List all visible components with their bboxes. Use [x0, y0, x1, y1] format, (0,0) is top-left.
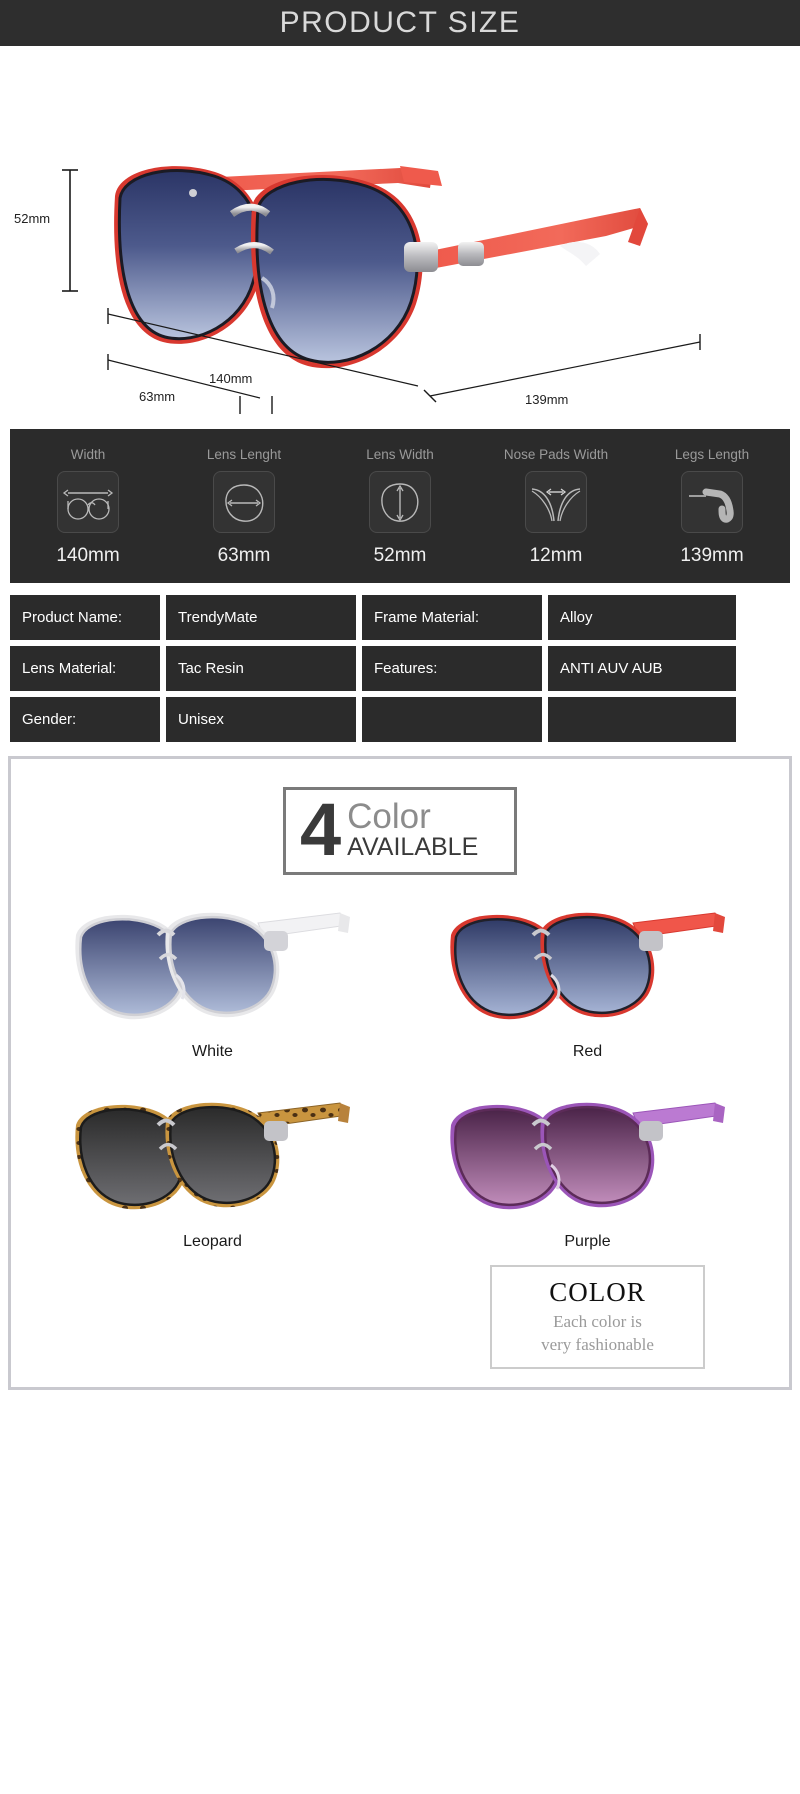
- measurement-cell-width: Width 140mm: [18, 447, 158, 567]
- color-count-number: 4: [300, 788, 342, 871]
- color-variant-name: White: [192, 1042, 233, 1060]
- color-options-section: 4 Color AVAILABLE White Red Leopard Purp…: [8, 756, 792, 1390]
- page-header-banner: PRODUCT SIZE: [0, 0, 800, 46]
- measurement-cell-lens-width: Lens Width 52mm: [330, 447, 470, 567]
- sunglasses-photo-purple: [449, 1102, 725, 1209]
- dimension-label-legs: 139mm: [525, 392, 569, 407]
- spec-label-empty: [362, 697, 542, 742]
- color-variant-name: Red: [572, 1042, 603, 1060]
- measurement-caption: Lens Lenght: [206, 447, 282, 462]
- measurement-caption: Nose Pads Width: [503, 447, 609, 462]
- measurement-cell-lens-length: Lens Lenght 63mm: [174, 447, 314, 567]
- spec-label: Lens Material:: [10, 646, 160, 691]
- specification-table: Product Name: TrendyMate Frame Material:…: [10, 595, 790, 742]
- available-word-label: AVAILABLE: [347, 833, 479, 862]
- color-variant-white[interactable]: White: [25, 887, 400, 1071]
- spec-label: Frame Material:: [362, 595, 542, 640]
- spec-value: TrendyMate: [166, 595, 356, 640]
- spec-value: Alloy: [548, 595, 736, 640]
- glasses-width-icon: [57, 471, 119, 533]
- measurement-value: 12mm: [529, 545, 583, 566]
- sunglasses-photo-red: [449, 912, 725, 1019]
- lens-length-icon: [213, 471, 275, 533]
- page-title: PRODUCT SIZE: [279, 6, 521, 39]
- measurement-icon-strip: Width 140mm Lens Lenght 63mm Lens Width …: [10, 429, 790, 583]
- color-variant-leopard[interactable]: Leopard: [25, 1077, 400, 1261]
- sunglasses-photo-leopard: [74, 1102, 350, 1209]
- dimension-label-nose-pads: 12mm: [228, 418, 264, 421]
- color-variant-purple[interactable]: Purple: [400, 1077, 775, 1261]
- spec-value: Unisex: [166, 697, 356, 742]
- color-tagline-title: COLOR: [549, 1276, 646, 1307]
- measurement-value: 63mm: [217, 545, 271, 566]
- measurement-caption: Legs Length: [674, 447, 750, 462]
- color-tagline-line2: very fashionable: [541, 1335, 654, 1355]
- color-count-banner: 4 Color AVAILABLE: [283, 787, 517, 875]
- dimension-label-lens-length: 63mm: [139, 389, 176, 404]
- color-variant-grid: White Red Leopard Purple: [25, 887, 775, 1261]
- color-variant-red[interactable]: Red: [400, 887, 775, 1071]
- spec-value-empty: [548, 697, 736, 742]
- spec-label: Features:: [362, 646, 542, 691]
- measurement-value: 52mm: [373, 545, 427, 566]
- spec-label: Gender:: [10, 697, 160, 742]
- measurement-value: 139mm: [680, 545, 744, 566]
- color-variant-name: Leopard: [183, 1232, 242, 1250]
- measurement-cell-nose-pads: Nose Pads Width 12mm: [486, 447, 626, 567]
- dimension-label-height: 52mm: [14, 211, 51, 226]
- nose-pads-width-icon: [525, 471, 587, 533]
- sunglasses-illustration: [62, 166, 701, 414]
- measurement-caption: Width: [70, 447, 106, 462]
- legs-length-icon: [681, 471, 743, 533]
- spec-value: ANTI AUV AUB: [548, 646, 736, 691]
- dimension-label-width: 140mm: [209, 371, 253, 386]
- color-tagline-box: COLOR Each color is very fashionable: [490, 1264, 705, 1369]
- measurement-value: 140mm: [56, 545, 120, 566]
- measurement-cell-legs-length: Legs Length 139mm: [642, 447, 782, 567]
- measurement-caption: Lens Width: [366, 447, 434, 462]
- product-dimension-photo: 52mm 140mm 63mm 12mm 139mm: [0, 46, 800, 421]
- color-word-label: Color: [347, 797, 431, 837]
- lens-width-icon: [369, 471, 431, 533]
- spec-value: Tac Resin: [166, 646, 356, 691]
- spec-label: Product Name:: [10, 595, 160, 640]
- color-tagline-line1: Each color is: [553, 1311, 642, 1331]
- sunglasses-photo-white: [74, 912, 350, 1019]
- color-variant-name: Purple: [564, 1232, 611, 1250]
